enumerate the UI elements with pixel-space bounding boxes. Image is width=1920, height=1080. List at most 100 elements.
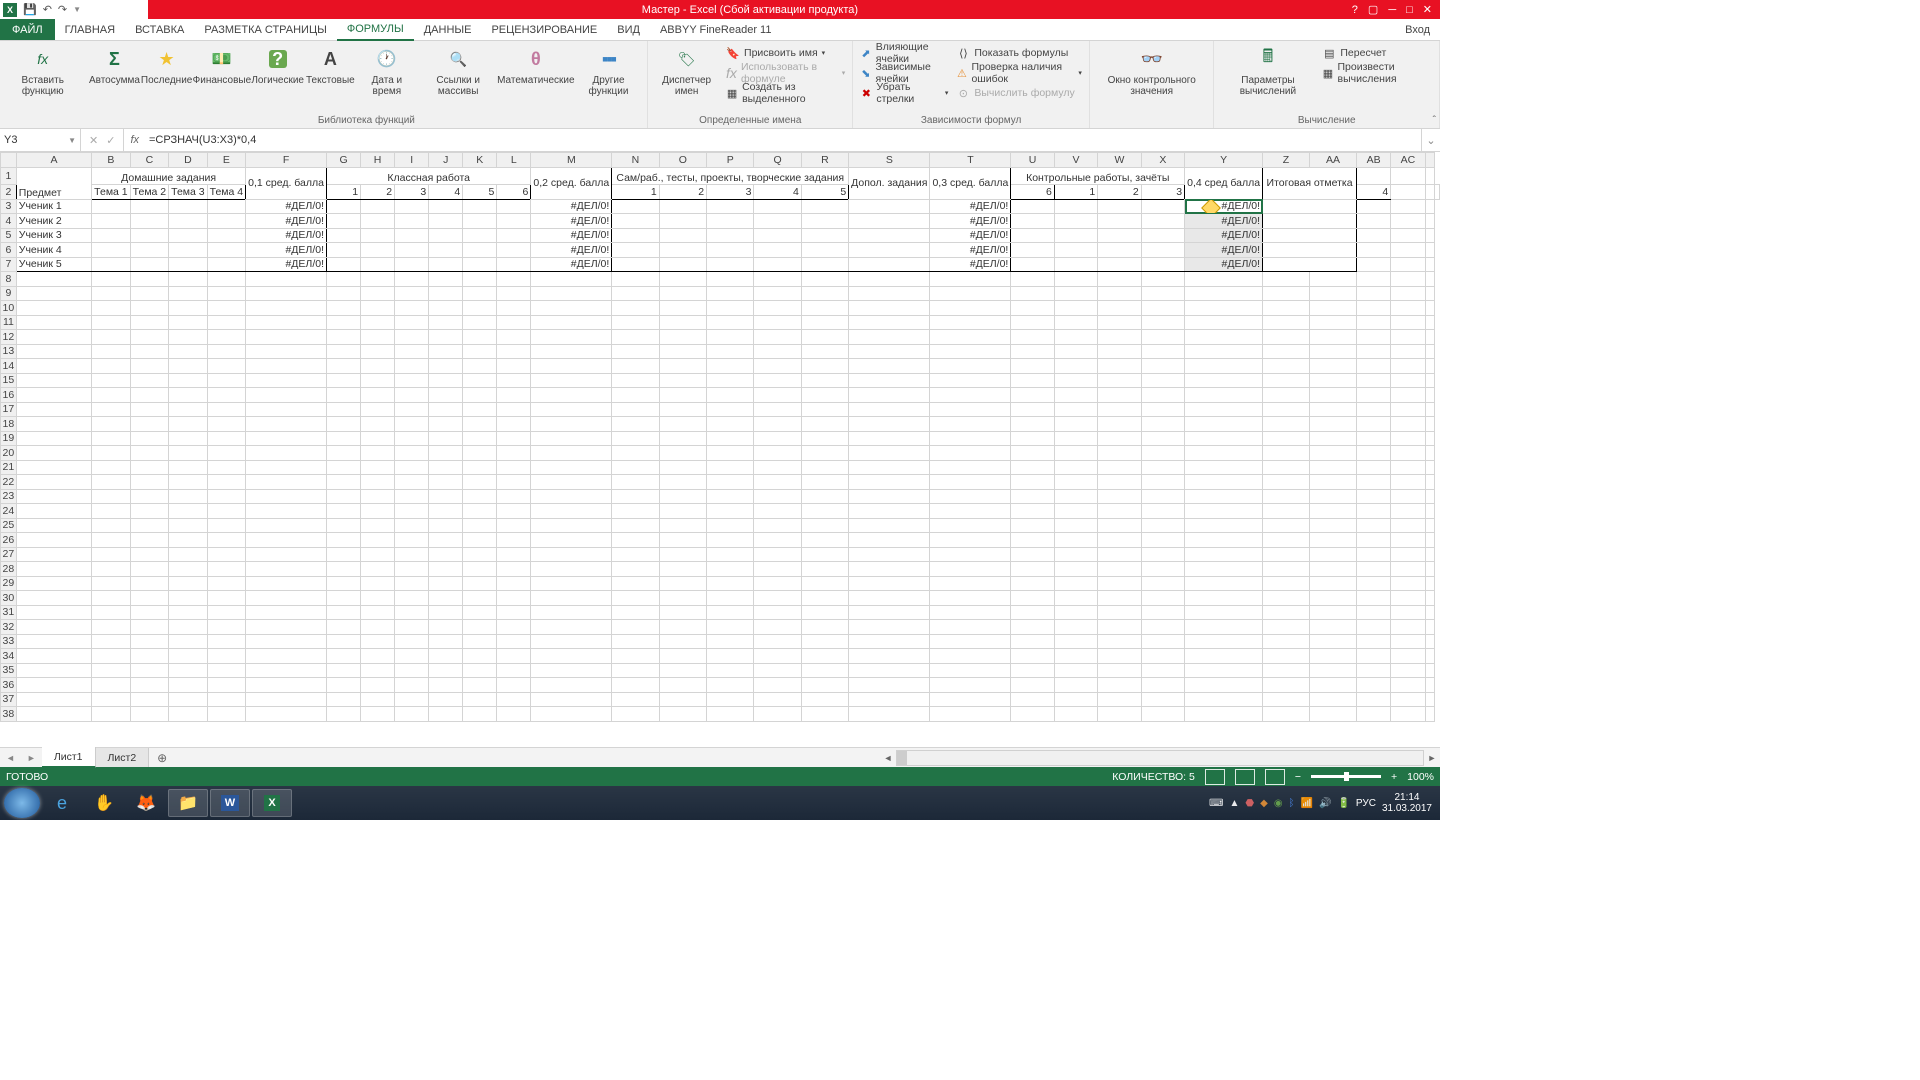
error-indicator-icon[interactable] [1201, 199, 1221, 214]
col-header-D[interactable]: D [169, 153, 207, 168]
cell[interactable] [1098, 460, 1141, 475]
cell[interactable] [497, 257, 531, 272]
cell[interactable] [327, 228, 361, 243]
sheet-tab-2[interactable]: Лист2 [96, 748, 150, 767]
cell[interactable] [130, 199, 168, 214]
cell[interactable] [1185, 547, 1263, 562]
cell[interactable] [707, 649, 754, 664]
cell[interactable] [801, 533, 848, 548]
cell[interactable] [429, 214, 463, 229]
cell[interactable] [463, 533, 497, 548]
save-icon[interactable]: 💾 [23, 3, 37, 16]
cell[interactable] [429, 315, 463, 330]
cell[interactable] [612, 692, 659, 707]
cell[interactable] [707, 533, 754, 548]
cell[interactable] [1309, 286, 1356, 301]
cell[interactable] [361, 199, 395, 214]
cell[interactable] [1391, 576, 1425, 591]
cell[interactable] [207, 257, 245, 272]
logical-button[interactable]: Логические [252, 43, 303, 88]
cell[interactable] [531, 620, 612, 635]
cell[interactable] [169, 228, 207, 243]
cell[interactable] [707, 446, 754, 461]
cell[interactable] [1011, 547, 1054, 562]
cell[interactable] [1425, 184, 1434, 199]
cell[interactable] [659, 373, 706, 388]
collapse-ribbon-icon[interactable]: ˆ [1433, 115, 1436, 126]
cell[interactable] [1309, 417, 1356, 432]
cell[interactable] [1185, 518, 1263, 533]
cell[interactable] [754, 301, 801, 316]
scroll-thumb[interactable] [897, 751, 907, 765]
cell[interactable] [207, 605, 245, 620]
cell[interactable] [659, 620, 706, 635]
cell[interactable] [130, 562, 168, 577]
cell[interactable] [707, 692, 754, 707]
cell[interactable] [659, 634, 706, 649]
cell[interactable] [16, 446, 91, 461]
cell[interactable] [707, 228, 754, 243]
cell[interactable] [1185, 272, 1263, 287]
cell[interactable] [1263, 359, 1310, 374]
cell[interactable] [395, 562, 429, 577]
cell[interactable] [849, 605, 930, 620]
cell[interactable] [612, 649, 659, 664]
cell[interactable]: Тема 1 [92, 184, 130, 199]
cell[interactable] [1054, 518, 1097, 533]
fx-icon[interactable]: fx [124, 134, 145, 146]
maximize-icon[interactable]: □ [1406, 4, 1413, 16]
cell[interactable] [612, 605, 659, 620]
cell[interactable] [1356, 475, 1390, 490]
cell[interactable] [361, 301, 395, 316]
cell[interactable] [169, 286, 207, 301]
cell[interactable] [1098, 214, 1141, 229]
cell[interactable] [1309, 388, 1356, 403]
cell[interactable] [754, 257, 801, 272]
row-header-29[interactable]: 29 [1, 576, 17, 591]
cell[interactable] [1185, 402, 1263, 417]
chevron-down-icon[interactable]: ▼ [68, 136, 76, 145]
cell[interactable] [207, 620, 245, 635]
cell[interactable] [930, 533, 1011, 548]
cell[interactable] [497, 417, 531, 432]
cell[interactable] [612, 533, 659, 548]
cell[interactable]: Ученик 1 [16, 199, 91, 214]
cell[interactable]: 2 [1098, 184, 1141, 199]
cell[interactable] [659, 359, 706, 374]
cell[interactable] [1011, 562, 1054, 577]
cell[interactable] [327, 286, 361, 301]
undo-icon[interactable]: ↶ [43, 3, 52, 16]
cell[interactable] [849, 199, 930, 214]
spreadsheet-grid[interactable]: ABCDEFGHIJKLMNOPQRSTUVWXYZAAABAC1Предмет… [0, 152, 1440, 747]
cell[interactable] [130, 475, 168, 490]
cell[interactable] [1141, 330, 1184, 345]
expand-formula-bar-icon[interactable]: ⌄ [1421, 129, 1440, 151]
normal-view-icon[interactable] [1205, 769, 1225, 785]
col-header-F[interactable]: F [246, 153, 327, 168]
cell[interactable] [801, 243, 848, 258]
cell[interactable] [246, 562, 327, 577]
cell[interactable] [169, 591, 207, 606]
trace-precedents-button[interactable]: ⬈Влияющие ячейки [857, 43, 951, 63]
cell[interactable] [361, 620, 395, 635]
cell[interactable] [754, 286, 801, 301]
cell[interactable] [1356, 562, 1390, 577]
taskbar-firefox[interactable]: 🦊 [126, 789, 166, 817]
cell[interactable] [327, 315, 361, 330]
cell[interactable] [707, 620, 754, 635]
cell[interactable] [327, 359, 361, 374]
cell[interactable] [1098, 228, 1141, 243]
cell[interactable] [801, 678, 848, 693]
cell[interactable] [930, 504, 1011, 519]
cell[interactable] [130, 301, 168, 316]
cell[interactable] [16, 634, 91, 649]
cell[interactable] [169, 301, 207, 316]
cell[interactable] [463, 243, 497, 258]
row-header-31[interactable]: 31 [1, 605, 17, 620]
cell[interactable] [463, 417, 497, 432]
cell[interactable] [1309, 547, 1356, 562]
cell[interactable] [801, 576, 848, 591]
cell[interactable] [1185, 315, 1263, 330]
cell[interactable] [207, 199, 245, 214]
cell[interactable] [361, 402, 395, 417]
